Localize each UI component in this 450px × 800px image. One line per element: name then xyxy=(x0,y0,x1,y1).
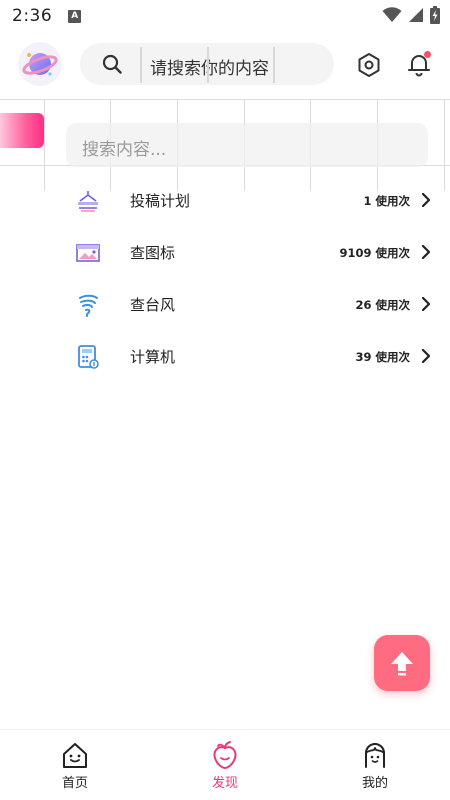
header-search-bar[interactable]: 请搜索你的内容 xyxy=(80,43,334,85)
image-search-icon xyxy=(75,240,101,266)
tool-title: 投稿计划 xyxy=(130,192,191,210)
profile-icon xyxy=(365,743,385,768)
calculator-icon xyxy=(75,344,101,370)
usage-count: 39 使用次 xyxy=(355,350,410,364)
peach-discover-icon xyxy=(213,741,237,770)
nav-home[interactable]: 首页 xyxy=(35,740,115,796)
usage-count: 26 使用次 xyxy=(355,298,410,312)
usage-count: 9109 使用次 xyxy=(339,246,410,260)
chevron-right-icon xyxy=(421,244,431,260)
bottom-navigation: 首页 发现 我的 xyxy=(0,729,450,800)
nav-discover[interactable]: 发现 xyxy=(185,740,265,796)
avatar[interactable] xyxy=(18,42,62,86)
tool-title: 查图标 xyxy=(130,244,176,262)
nav-label: 我的 xyxy=(361,776,388,791)
list-item[interactable]: 查图标 9109 使用次 xyxy=(0,228,450,280)
nav-profile[interactable]: 我的 xyxy=(335,740,415,796)
settings-button[interactable] xyxy=(354,50,384,80)
submission-plan-icon xyxy=(75,188,101,214)
arrow-up-icon xyxy=(391,652,413,676)
notification-button[interactable] xyxy=(403,48,435,80)
nav-label: 首页 xyxy=(61,776,88,791)
grid-line xyxy=(0,99,450,100)
content-search-input[interactable]: 搜索内容... xyxy=(66,123,428,167)
header-search-placeholder: 请搜索你的内容 xyxy=(150,59,269,79)
signal-icon xyxy=(409,8,423,22)
chevron-right-icon xyxy=(421,192,431,208)
typhoon-icon xyxy=(75,292,101,318)
list-item[interactable]: 计算机 39 使用次 xyxy=(0,332,450,384)
list-item[interactable]: 查台风 26 使用次 xyxy=(0,280,450,332)
status-icons xyxy=(382,6,440,24)
content-search-placeholder: 搜索内容... xyxy=(82,140,167,160)
notification-dot xyxy=(424,51,431,58)
grid-divider xyxy=(207,47,209,83)
home-icon xyxy=(63,743,87,768)
scroll-to-top-button[interactable] xyxy=(374,635,430,691)
side-pink-tab[interactable] xyxy=(0,113,44,148)
tool-title: 计算机 xyxy=(130,348,176,366)
battery-charging-icon xyxy=(430,6,440,24)
search-icon xyxy=(102,54,122,74)
tool-title: 查台风 xyxy=(130,296,176,314)
grid-divider xyxy=(273,47,275,83)
status-time: 2:36 xyxy=(12,6,53,26)
chevron-right-icon xyxy=(421,348,431,364)
nav-label: 发现 xyxy=(211,776,238,791)
hexagon-settings-icon xyxy=(358,53,380,77)
chevron-right-icon xyxy=(421,296,431,312)
wifi-icon xyxy=(382,7,402,22)
grid-divider xyxy=(140,47,142,83)
planet-avatar-icon xyxy=(22,53,58,76)
top-header: 请搜索你的内容 xyxy=(0,40,450,90)
status-bar: 2:36 A xyxy=(0,0,450,32)
list-item[interactable]: 投稿计划 1 使用次 xyxy=(0,176,450,228)
a-badge-icon: A xyxy=(68,9,82,23)
usage-count: 1 使用次 xyxy=(363,194,410,208)
